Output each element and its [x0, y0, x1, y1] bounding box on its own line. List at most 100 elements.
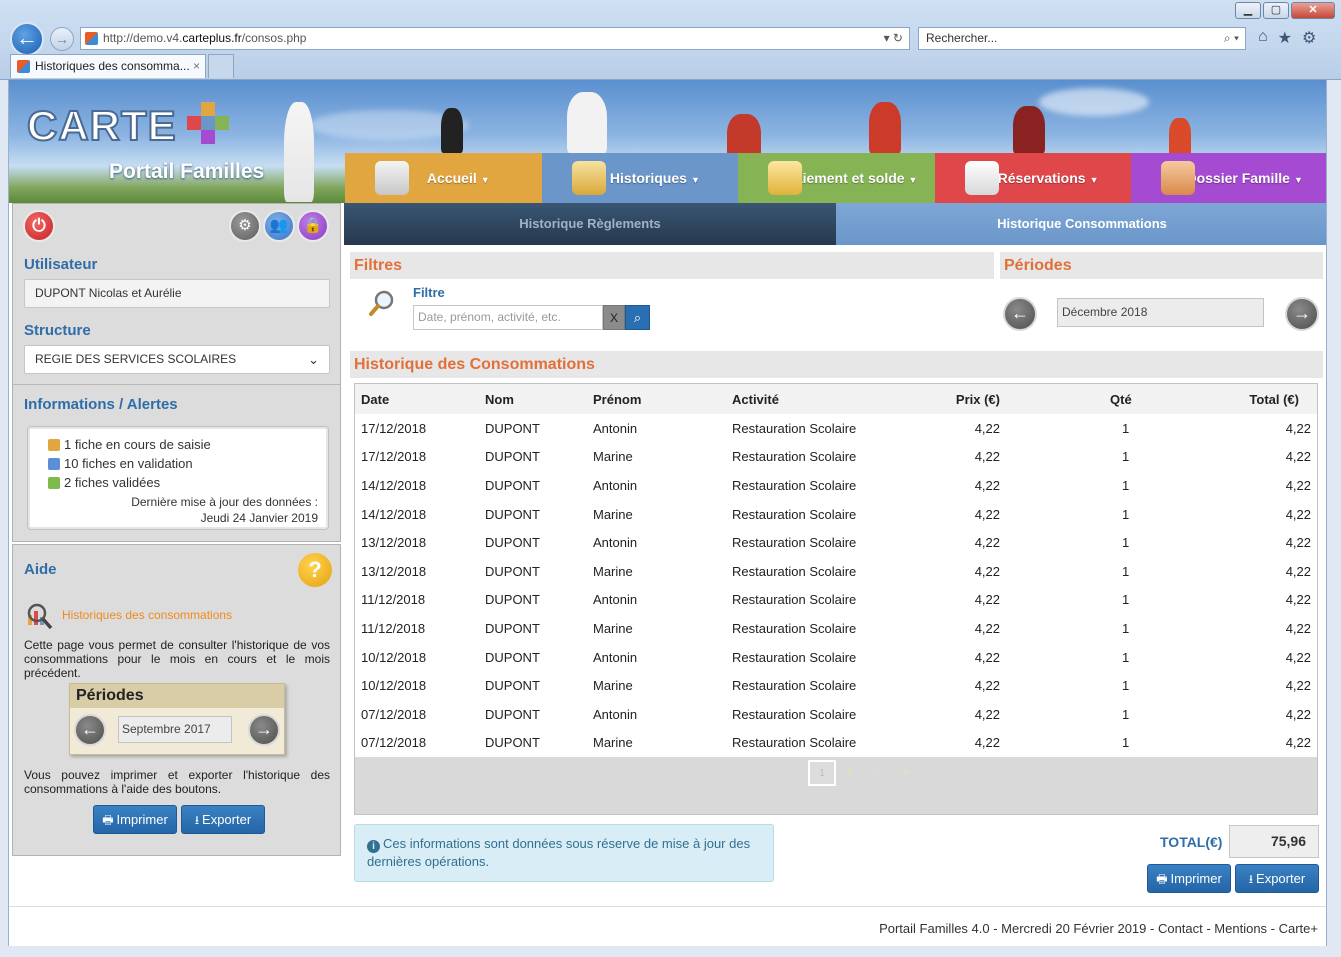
print-button[interactable]: 🖶 Imprimer [1147, 864, 1231, 893]
column-header-qte[interactable]: Qté [1070, 384, 1165, 414]
column-header-nom[interactable]: Nom [479, 384, 587, 414]
print-label: Imprimer [116, 812, 168, 827]
cell-nom: DUPONT [485, 449, 540, 465]
next-period-arrow-icon[interactable]: → [1285, 297, 1319, 331]
new-tab-button[interactable] [208, 54, 234, 78]
cell-prix: 4,22 [974, 678, 1000, 694]
next-page-button[interactable]: › [864, 760, 892, 786]
alerts-section-title: Informations / Alertes [24, 396, 178, 413]
address-bar[interactable]: http://demo.v4.carteplus.fr/consos.php ▾… [80, 27, 910, 50]
cell-total: 4,22 [1285, 735, 1311, 751]
nav-paiement[interactable]: Paiement et solde ▼ [738, 153, 935, 203]
alert-text: 1 fiche en cours de saisie [64, 437, 211, 452]
power-logout-icon[interactable]: ⏻ [23, 210, 55, 242]
forward-arrow-icon[interactable]: → [50, 27, 74, 51]
left-arrow-icon[interactable]: ← [74, 714, 106, 746]
cell-activite: Restauration Scolaire [732, 706, 857, 722]
cell-prix: 4,22 [974, 706, 1000, 722]
home-icon[interactable]: ⌂ [1258, 28, 1268, 48]
structure-select[interactable]: REGIE DES SERVICES SCOLAIRES ⌄ [24, 345, 330, 374]
magnifier-icon [369, 290, 394, 316]
search-icon[interactable]: ⌕ [625, 305, 650, 330]
alert-item: 10 fiches en validation [48, 454, 328, 473]
person-icon [441, 108, 463, 153]
page-button[interactable]: 2 [836, 760, 864, 786]
page-button-current[interactable]: 1 [808, 760, 836, 786]
cell-total: 4,22 [1285, 449, 1311, 465]
browser-tab[interactable]: Historiques des consomma... × [10, 54, 206, 78]
clear-filter-button[interactable]: X [603, 305, 625, 330]
cell-prix: 4,22 [974, 620, 1000, 636]
help-question-icon[interactable]: ? [298, 553, 332, 587]
person-icon [869, 102, 901, 154]
column-header-date[interactable]: Date [355, 384, 479, 414]
settings-gear-icon[interactable]: ⚙ [1302, 28, 1316, 48]
table-row: 10/12/2018 DUPONT Marine Restauration Scola… [355, 671, 1317, 700]
search-icon[interactable]: ⌕ ▾ [1224, 28, 1239, 49]
sidebar-print-button[interactable]: 🖶 Imprimer [93, 805, 177, 834]
filter-input[interactable]: Date, prénom, activité, etc. [413, 305, 603, 330]
table-row: 11/12/2018 DUPONT Marine Restauration Scola… [355, 614, 1317, 643]
cell-prenom: Marine [593, 620, 633, 636]
caret-down-icon: ▼ [1293, 175, 1303, 185]
cell-activite: Restauration Scolaire [732, 620, 857, 636]
settings-gear-icon[interactable]: ⚙ [229, 210, 261, 242]
table-row: 14/12/2018 DUPONT Marine Restauration Scola… [355, 500, 1317, 529]
magnifier-chart-icon [27, 603, 53, 630]
column-header-prix[interactable]: Prix (€) [922, 384, 1070, 414]
cell-nom: DUPONT [485, 706, 540, 722]
sub-tabs: Historique Règlements Historique Consomm… [344, 203, 1326, 245]
browser-search-input[interactable]: Rechercher... ⌕ ▾ [918, 27, 1246, 50]
cell-prenom: Marine [593, 563, 633, 579]
help-panel: Aide ? Historiques des consommations Cet… [12, 544, 341, 856]
right-arrow-icon[interactable]: → [248, 714, 280, 746]
nav-accueil[interactable]: Accueil ▼ [345, 153, 542, 203]
cell-prenom: Marine [593, 449, 633, 465]
lock-icon[interactable]: 🔒 [297, 210, 329, 242]
export-label: Exporter [202, 812, 252, 827]
last-page-button[interactable]: » [892, 760, 920, 786]
users-icon[interactable]: 👥 [263, 210, 295, 242]
main-content: Historique Règlements Historique Consomm… [344, 203, 1326, 903]
cell-activite: Restauration Scolaire [732, 449, 857, 465]
favorites-star-icon[interactable]: ★ [1278, 28, 1292, 48]
table-row: 13/12/2018 DUPONT Marine Restauration Scola… [355, 557, 1317, 586]
alert-text: 10 fiches en validation [64, 456, 193, 471]
tab-historique-reglements[interactable]: Historique Règlements [344, 203, 836, 245]
football-kid-icon [1169, 118, 1191, 156]
nav-dossier-famille[interactable]: Dossier Famille ▼ [1131, 153, 1326, 203]
update-label: Dernière mise à jour des données : [131, 495, 318, 509]
nav-historiques[interactable]: Historiques ▼ [541, 153, 739, 203]
minimize-icon[interactable]: ▁ [1235, 2, 1261, 19]
table-row: 17/12/2018 DUPONT Marine Restauration Scola… [355, 443, 1317, 472]
history-table-container: Date Nom Prénom Activité Prix (€) Qté To… [354, 383, 1318, 815]
export-icon: ⭳ [1248, 872, 1254, 886]
cell-qte: 1 [1122, 563, 1130, 579]
tab-close-icon[interactable]: × [193, 55, 200, 77]
caret-down-icon: ▼ [690, 175, 700, 185]
column-header-total[interactable]: Total (€) [1165, 384, 1317, 414]
info-icon: i [367, 840, 380, 853]
export-icon: ⭳ [194, 813, 200, 827]
sidebar-export-button[interactable]: ⭳ Exporter [181, 805, 265, 834]
cell-nom: DUPONT [485, 420, 540, 436]
cell-prenom: Antonin [593, 535, 638, 551]
baseball-player-icon [1013, 106, 1045, 154]
close-icon[interactable]: ✕ [1291, 2, 1335, 19]
tab-historique-consommations[interactable]: Historique Consommations [836, 203, 1326, 245]
maximize-icon[interactable]: ▢ [1263, 2, 1289, 19]
cell-total: 4,22 [1285, 592, 1311, 608]
back-arrow-icon[interactable]: ← [10, 22, 44, 56]
blue-status-icon [48, 458, 60, 470]
caret-down-icon: ▼ [480, 175, 490, 185]
refresh-icon[interactable]: ▾ ↻ [884, 28, 903, 49]
export-button[interactable]: ⭳ Exporter [1235, 864, 1319, 893]
table-row: 17/12/2018 DUPONT Antonin Restauration Scol… [355, 414, 1317, 443]
nav-reservations[interactable]: Réservations ▼ [934, 153, 1132, 203]
column-header-prenom[interactable]: Prénom [587, 384, 726, 414]
previous-period-arrow-icon[interactable]: ← [1003, 297, 1037, 331]
cell-nom: DUPONT [485, 620, 540, 636]
column-header-activite[interactable]: Activité [726, 384, 922, 414]
cell-date: 14/12/2018 [361, 506, 427, 522]
logo-plus-icon [187, 102, 229, 144]
